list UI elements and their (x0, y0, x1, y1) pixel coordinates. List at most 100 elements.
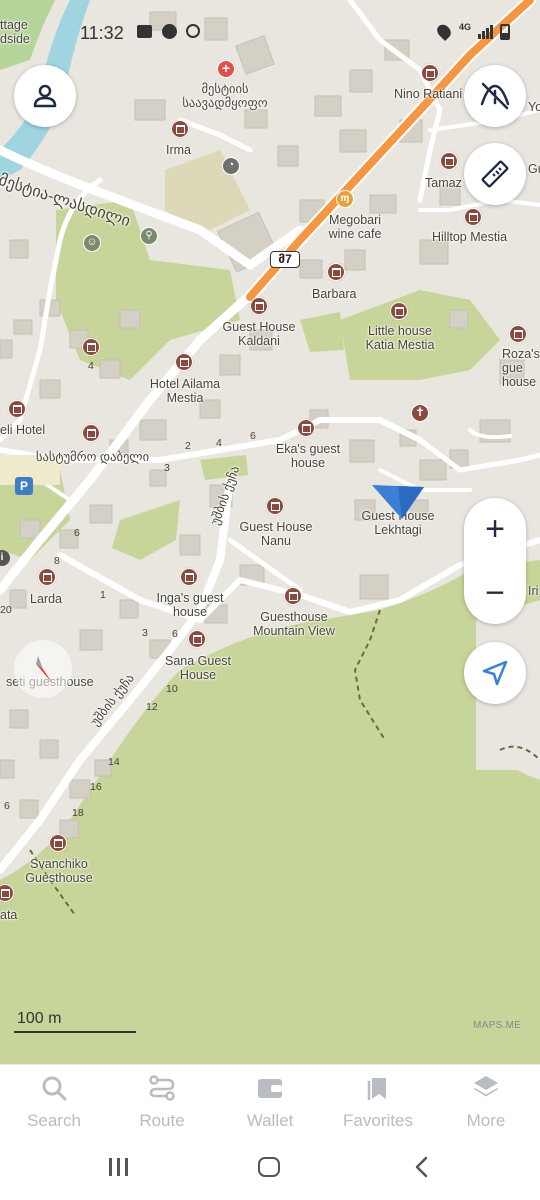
profile-button[interactable] (14, 65, 76, 127)
gallery-icon (137, 25, 152, 38)
lodging-marker[interactable] (250, 297, 268, 315)
house-number: 12 (146, 701, 158, 713)
network-type: 4G (459, 22, 472, 32)
scale-label: 100 m (17, 1010, 62, 1027)
house-number: 1 (100, 589, 106, 601)
lodging-marker[interactable] (266, 497, 284, 515)
lodging-marker[interactable] (82, 424, 100, 442)
home-icon[interactable] (258, 1157, 280, 1177)
scale-bar (14, 1031, 136, 1033)
lodging-marker[interactable] (82, 338, 100, 356)
wallet-icon (258, 1079, 282, 1098)
current-position-icon (372, 485, 424, 519)
place-label: Hotel Ailama Mestia (149, 377, 221, 405)
street-label-hotel: სასტუმრო დაბელი (36, 450, 150, 464)
place-label: Irma (166, 143, 191, 157)
tab-search-label: Search (27, 1111, 81, 1130)
lodging-marker[interactable] (188, 630, 206, 648)
compass-button[interactable] (14, 640, 72, 698)
house-number: 16 (90, 781, 102, 793)
cafe-icon[interactable]: ɱ (336, 190, 354, 208)
location-icon (434, 21, 454, 42)
place-label: Guest House Nanu (239, 520, 313, 548)
bottom-navigation: Search Route Wallet Favorites More (0, 1064, 540, 1146)
lodging-marker[interactable] (171, 120, 189, 138)
lodging-marker[interactable] (464, 208, 482, 226)
lodging-marker[interactable] (421, 64, 439, 82)
bookmark-icon (367, 1078, 386, 1100)
lodging-marker[interactable] (8, 400, 26, 418)
attraction-icon[interactable]: ◔ (222, 157, 240, 175)
tab-favorites[interactable]: Favorites (324, 1065, 432, 1147)
parking-icon[interactable]: P (15, 477, 33, 495)
place-label: Sana Guest House (164, 654, 231, 682)
timer-icon (186, 24, 200, 38)
place-label: Tamaz (425, 176, 462, 190)
lodging-marker[interactable] (297, 419, 315, 437)
lodging-marker[interactable] (284, 587, 302, 605)
search-icon (42, 1076, 67, 1101)
lodging-marker[interactable] (327, 263, 345, 281)
church-icon[interactable]: ✝ (411, 404, 429, 422)
recent-apps-icon[interactable] (107, 1157, 131, 1177)
lodging-marker[interactable] (180, 568, 198, 586)
place-label: Iri (528, 584, 539, 598)
back-icon[interactable] (413, 1156, 429, 1178)
house-number: 6 (250, 430, 256, 442)
zoom-in-label: + (485, 510, 505, 548)
house-number: 2 (185, 440, 191, 452)
lodging-marker[interactable] (175, 353, 193, 371)
place-label: Yo (528, 100, 540, 114)
road-shield: მ7 (270, 251, 300, 268)
place-label: Svanchiko Guesthouse (25, 857, 93, 885)
tab-route[interactable]: Route (108, 1065, 216, 1147)
tab-favorites-label: Favorites (343, 1111, 413, 1130)
person-icon (33, 84, 57, 108)
lodging-marker[interactable] (440, 152, 458, 170)
my-position-button[interactable] (464, 642, 526, 704)
map-attribution: MAPS.ME (473, 1020, 522, 1031)
traffic-toggle-button[interactable] (464, 65, 526, 127)
place-label: Guesthouse Mountain View (253, 610, 335, 638)
place-label: Guest House Kaldani (222, 320, 296, 348)
playground-icon[interactable]: ☺ (83, 234, 101, 252)
tab-wallet[interactable]: Wallet (216, 1065, 324, 1147)
tab-wallet-label: Wallet (246, 1111, 294, 1130)
place-label: eli Hotel (0, 423, 46, 437)
house-number: 14 (108, 756, 120, 768)
tab-search[interactable]: Search (0, 1065, 108, 1147)
lodging-marker[interactable] (509, 325, 527, 343)
ruler-button[interactable] (464, 143, 526, 205)
house-number: 10 (166, 683, 178, 695)
lodging-marker[interactable] (390, 302, 408, 320)
status-time: 11:32 (80, 23, 124, 43)
place-label: ata (0, 908, 18, 922)
ruler-icon (481, 160, 509, 188)
zoom-control: + − (464, 498, 526, 624)
house-number: 18 (72, 807, 84, 819)
battery-icon (500, 24, 510, 40)
lodging-marker[interactable] (49, 834, 67, 852)
house-number: 3 (164, 462, 170, 474)
house-number: 6 (4, 800, 10, 812)
navigation-arrow-icon (482, 660, 508, 686)
zoom-in-button[interactable]: + (464, 498, 526, 560)
place-label: Barbara (312, 287, 357, 301)
bicycle-icon[interactable]: ⚲ (140, 227, 158, 245)
layers-icon (474, 1076, 498, 1097)
messenger-icon (162, 24, 177, 39)
map-canvas[interactable]: -მესტია-ლასდილი სასტუმრო დაბელი უშბის ქუ… (0, 0, 540, 1064)
route-icon (149, 1075, 175, 1101)
compass-icon (36, 656, 53, 684)
place-label: Larda (30, 592, 62, 606)
zoom-out-button[interactable]: − (464, 562, 526, 624)
system-navigation-bar (0, 1146, 540, 1200)
zoom-out-label: − (485, 574, 505, 612)
house-number: 3 (142, 627, 148, 639)
traffic-off-icon (480, 82, 510, 110)
house-number: 20 (0, 604, 12, 616)
place-label: Hilltop Mestia (432, 230, 508, 244)
tab-more[interactable]: More (432, 1065, 540, 1147)
place-label: Nino Ratiani (394, 87, 463, 101)
lodging-marker[interactable] (38, 568, 56, 586)
